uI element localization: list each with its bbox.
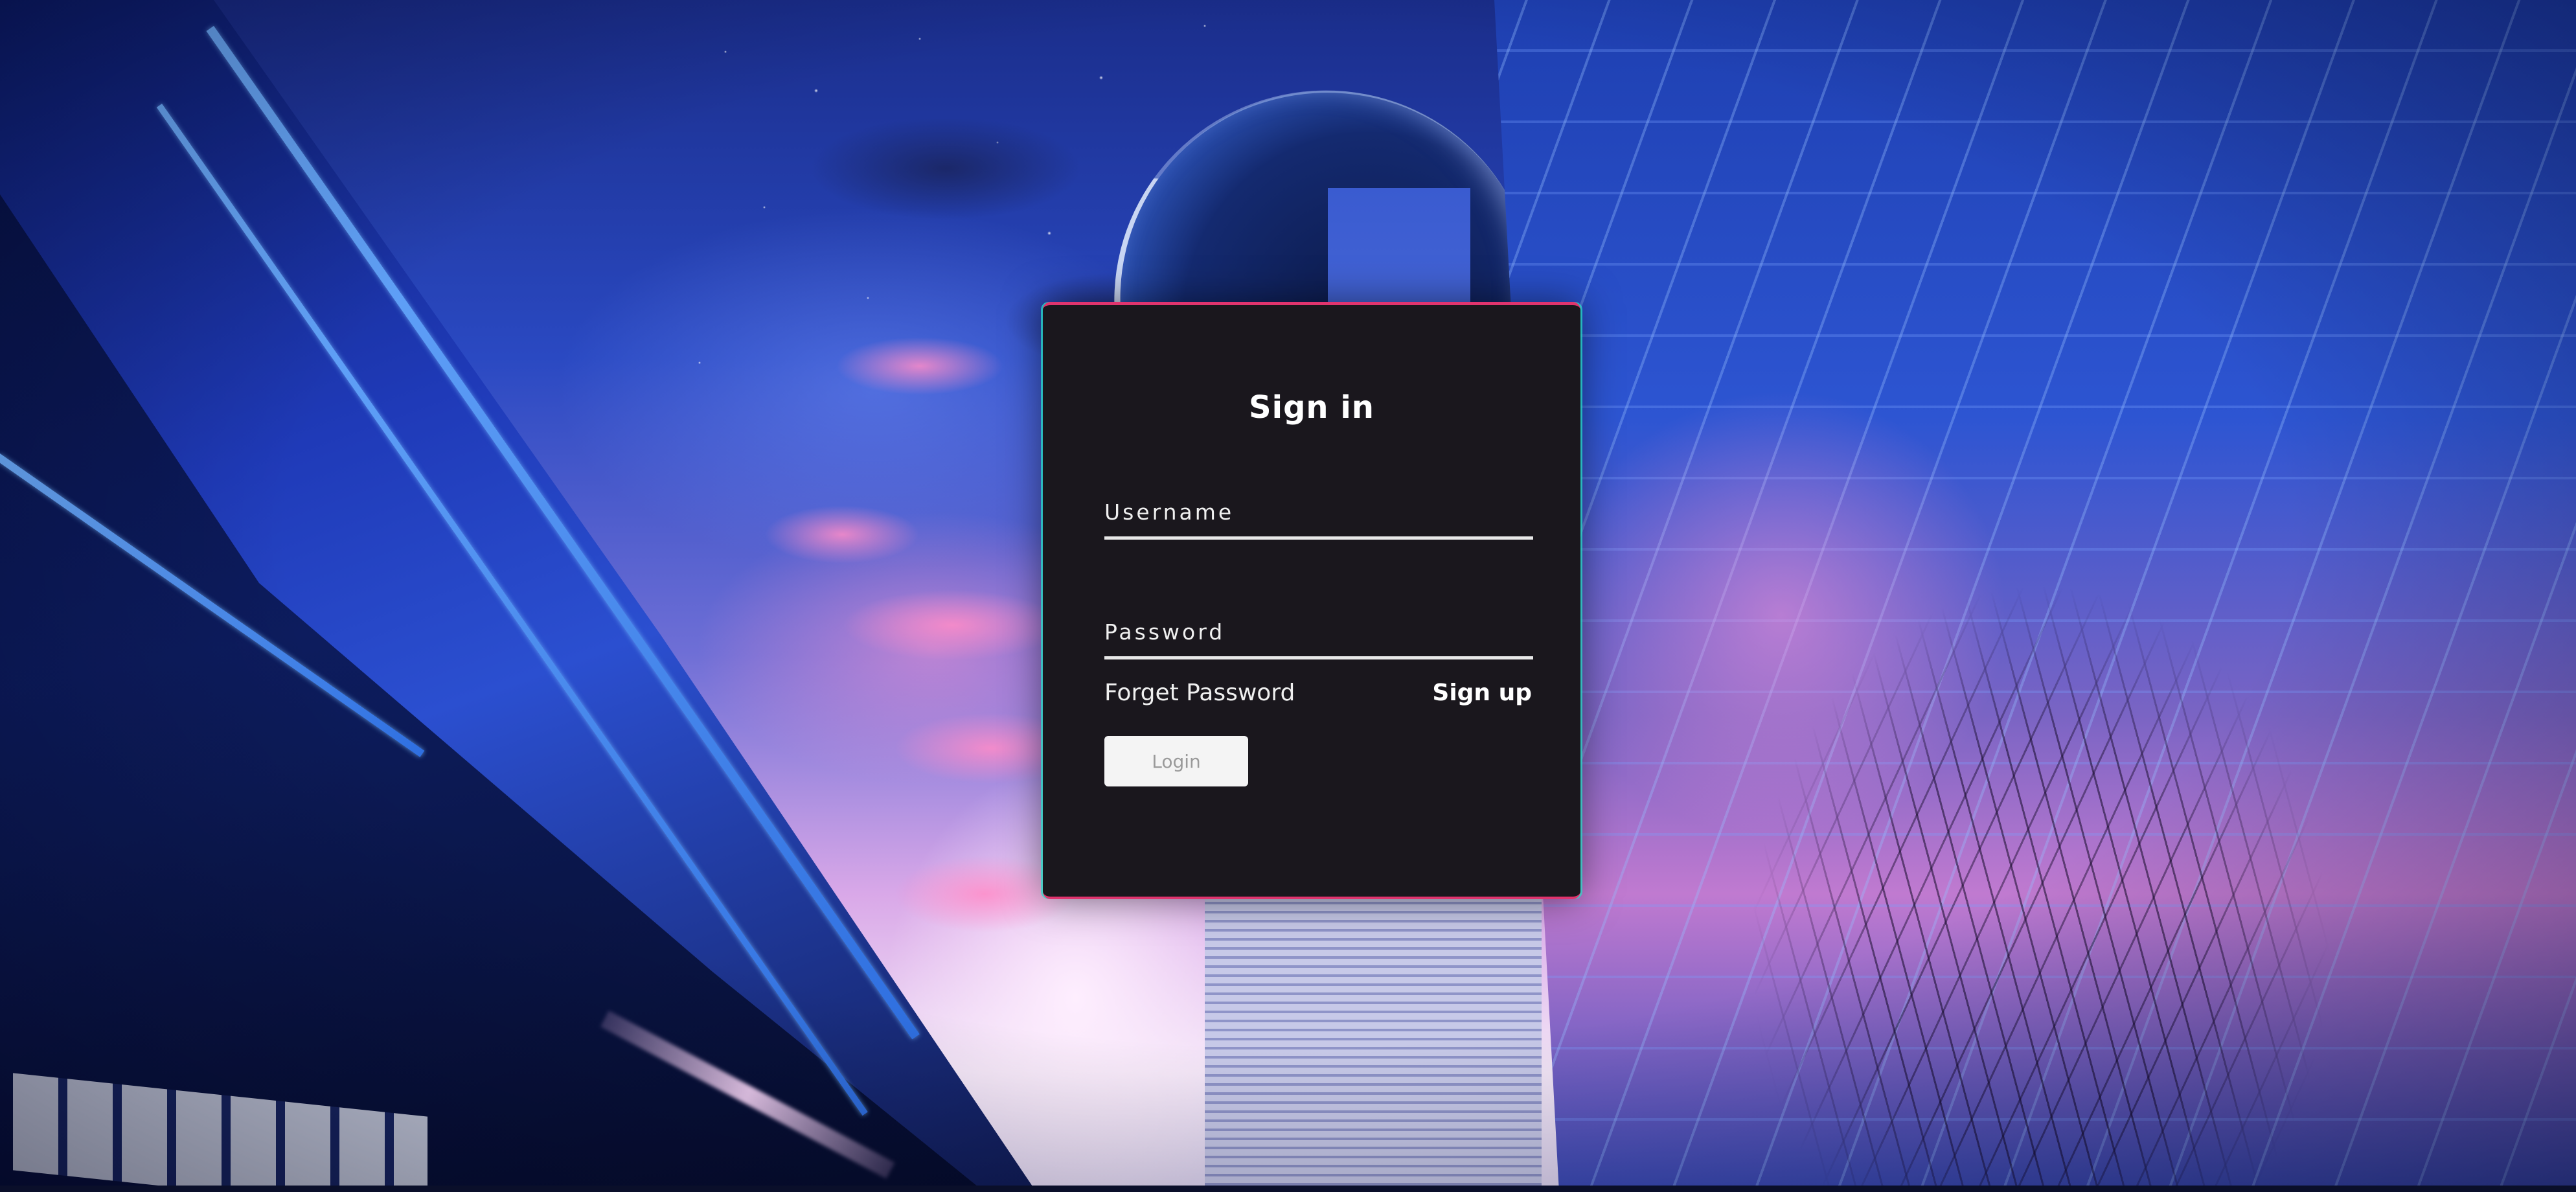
bare-tree-silhouette	[1749, 583, 2332, 1192]
sign-up-link[interactable]: Sign up	[1432, 680, 1532, 706]
pink-cloud	[836, 337, 1004, 395]
forget-password-link[interactable]: Forget Password	[1104, 680, 1295, 706]
dark-cloud	[810, 117, 1082, 220]
password-input[interactable]	[1104, 651, 1533, 659]
auth-links-row: Forget Password Sign up	[1104, 680, 1532, 706]
password-field-group: Password	[1104, 619, 1533, 659]
username-input[interactable]	[1104, 531, 1533, 540]
login-button[interactable]: Login	[1104, 736, 1248, 786]
pink-cloud	[764, 505, 920, 564]
username-field-group: Username	[1104, 499, 1533, 540]
sign-in-title: Sign in	[1249, 389, 1374, 426]
taskbar-edge	[0, 1186, 2576, 1192]
screen: Sign in Username Password Forget Passwor…	[0, 0, 2576, 1192]
center-building	[1205, 894, 1542, 1192]
pink-cloud	[842, 590, 1062, 661]
password-label: Password	[1104, 619, 1225, 645]
username-label: Username	[1104, 499, 1235, 525]
login-card: Sign in Username Password Forget Passwor…	[1043, 302, 1580, 899]
